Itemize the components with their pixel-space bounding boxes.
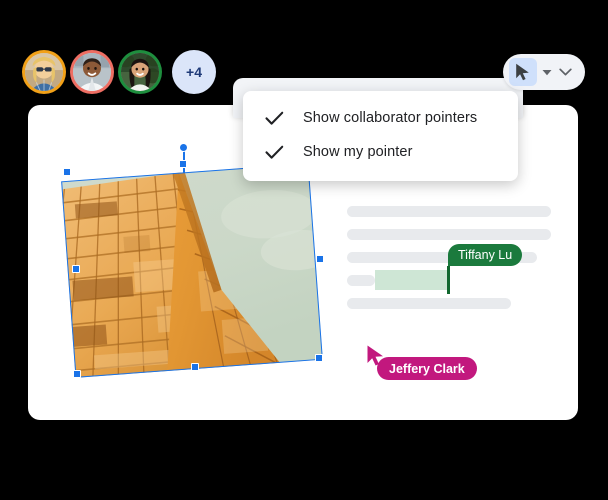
handle-top-center[interactable] — [179, 160, 187, 168]
avatar-photo-2 — [73, 53, 111, 91]
toolbar-expand-button[interactable] — [557, 59, 573, 85]
jeffery-name-label: Jeffery Clark — [389, 361, 465, 376]
placeholder-bar — [347, 275, 375, 286]
handle-middle-right[interactable] — [316, 255, 324, 263]
jeffery-name-tag: Jeffery Clark — [377, 357, 477, 380]
menu-item-label: Show collaborator pointers — [303, 110, 478, 126]
avatar-overflow-label: +4 — [186, 64, 202, 80]
pointer-toolbar — [503, 54, 585, 90]
tiffany-name-label: Tiffany Lu — [458, 248, 513, 262]
pointer-settings-menu: Show collaborator pointers Show my point… — [243, 91, 518, 181]
selected-image-group[interactable] — [60, 143, 330, 385]
checkmark-icon — [263, 141, 285, 163]
menu-item-label: Show my pointer — [303, 144, 413, 160]
collaborator-avatar-row: +4 — [22, 50, 216, 94]
avatar[interactable] — [22, 50, 66, 94]
canvas-image[interactable] — [61, 163, 323, 378]
caret-down-icon — [542, 69, 552, 75]
handle-bottom-left[interactable] — [73, 370, 81, 378]
placeholder-bar — [347, 229, 551, 240]
avatar[interactable] — [118, 50, 162, 94]
handle-bottom-right[interactable] — [315, 354, 323, 362]
rotation-knob[interactable] — [179, 143, 188, 152]
avatar[interactable] — [70, 50, 114, 94]
tiffany-name-tag: Tiffany Lu — [448, 244, 523, 266]
checkmark-icon — [263, 107, 285, 129]
placeholder-bar — [347, 298, 511, 309]
avatar-photo-3 — [121, 53, 159, 91]
menu-item-show-collaborator-pointers[interactable]: Show collaborator pointers — [243, 101, 518, 135]
handle-middle-left[interactable] — [72, 265, 80, 273]
menu-item-show-my-pointer[interactable]: Show my pointer — [243, 135, 518, 169]
avatar-photo-1 — [25, 53, 63, 91]
placeholder-bar — [347, 206, 551, 217]
handle-top-left[interactable] — [63, 168, 71, 176]
pointer-arrow-icon — [516, 63, 529, 81]
tiffany-text-selection — [375, 270, 447, 290]
tiffany-text-caret — [447, 266, 450, 294]
chevron-down-icon — [558, 68, 572, 75]
handle-bottom-center[interactable] — [191, 363, 199, 371]
avatar-overflow-badge[interactable]: +4 — [172, 50, 216, 94]
pointer-tool-button[interactable] — [509, 58, 537, 86]
pointer-tool-caret-button[interactable] — [539, 59, 555, 85]
screenshot-stage: Tiffany Lu Jeffery Clark +4 Show collabo… — [0, 0, 608, 500]
